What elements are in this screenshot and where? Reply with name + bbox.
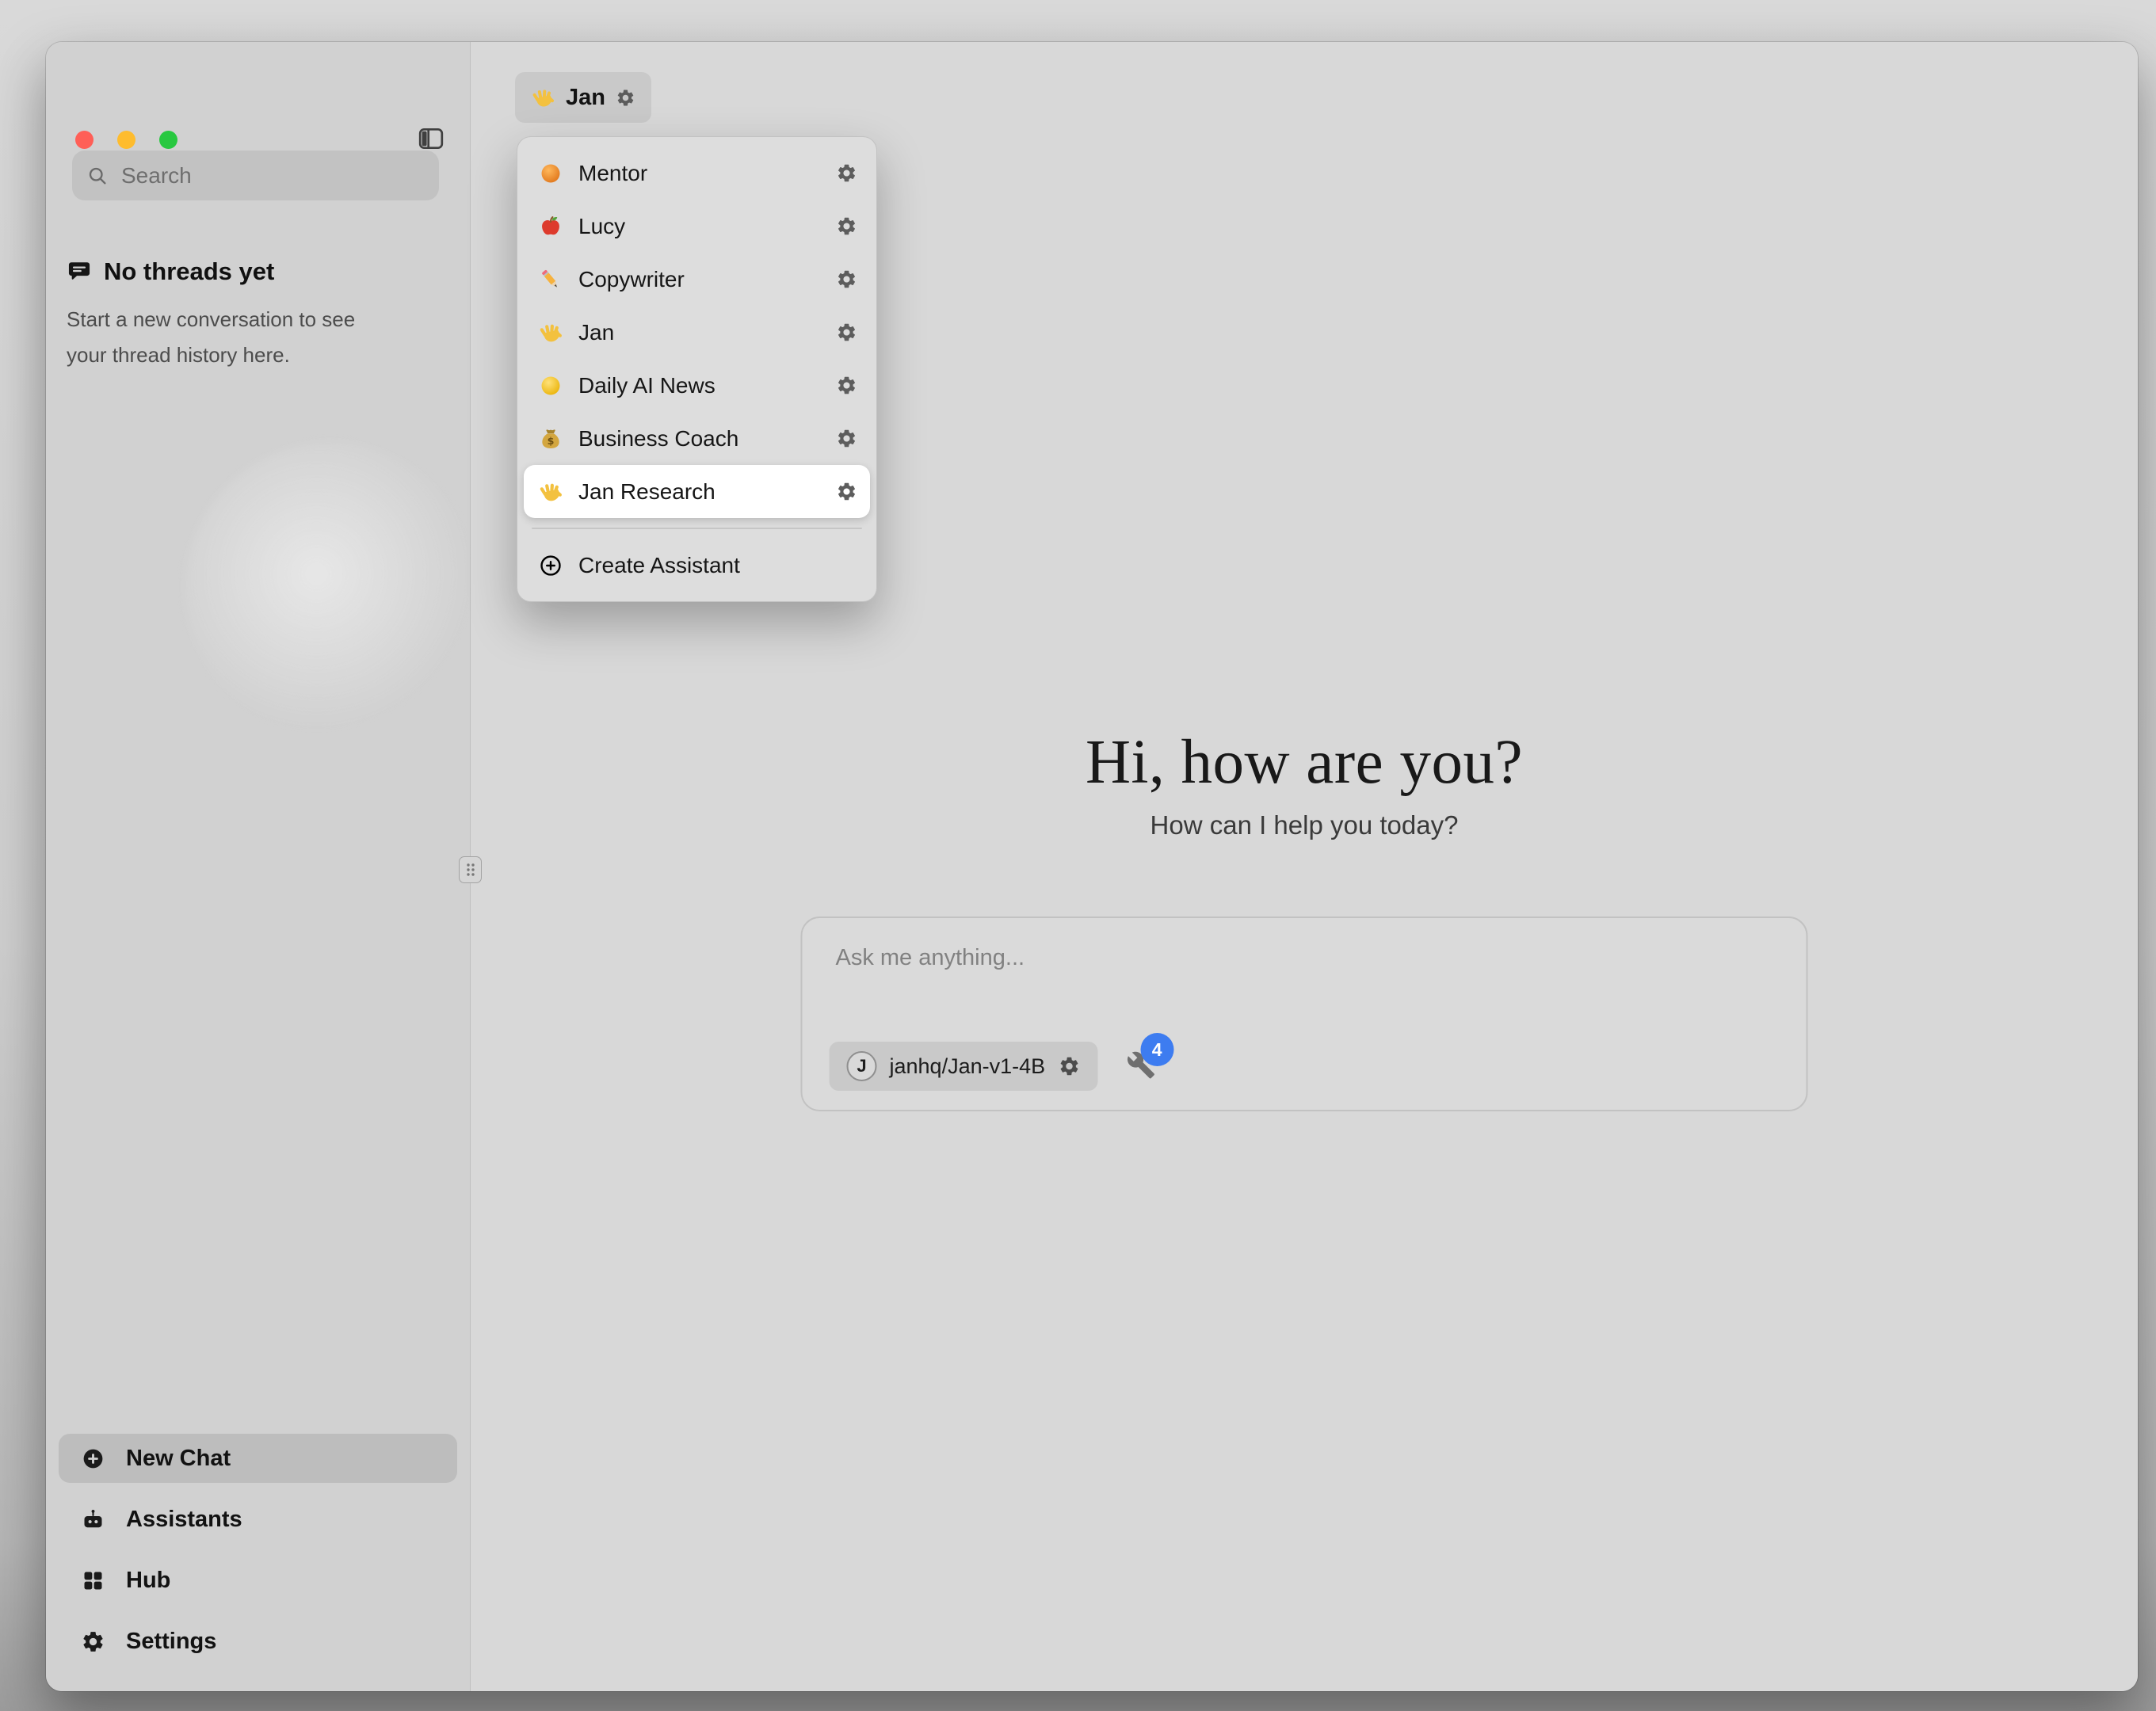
gear-icon[interactable] xyxy=(836,375,857,396)
sidebar-item-hub[interactable]: Hub xyxy=(59,1556,457,1605)
gear-icon[interactable] xyxy=(836,322,857,343)
gear-icon[interactable] xyxy=(836,428,857,449)
search-input[interactable] xyxy=(120,162,425,189)
main-area: Jan Mentor Lucy Copywriter xyxy=(471,42,2138,1691)
model-name: janhq/Jan-v1-4B xyxy=(890,1054,1046,1079)
desktop-background: No threads yet Start a new conversation … xyxy=(0,0,2156,1711)
assistants-robot-icon xyxy=(81,1507,105,1532)
sidebar-item-new-chat[interactable]: New Chat xyxy=(59,1434,457,1483)
threads-empty-state: No threads yet Start a new conversation … xyxy=(67,257,439,373)
assistant-menu-item-jan[interactable]: Jan xyxy=(524,306,870,359)
create-assistant-label: Create Assistant xyxy=(578,553,857,578)
assistant-menu-item-daily-ai-news[interactable]: Daily AI News xyxy=(524,359,870,412)
sidebar-item-label: New Chat xyxy=(126,1446,231,1472)
assistant-menu-label: Daily AI News xyxy=(578,373,836,398)
assistant-menu-item-mentor[interactable]: Mentor xyxy=(524,147,870,200)
window-controls xyxy=(75,131,177,149)
create-assistant-item[interactable]: Create Assistant xyxy=(524,539,870,592)
sidebar-item-assistants[interactable]: Assistants xyxy=(59,1495,457,1544)
plus-circle-icon xyxy=(81,1446,105,1471)
assistant-menu-label: Jan xyxy=(578,320,836,345)
assistant-menu-item-copywriter[interactable]: Copywriter xyxy=(524,253,870,306)
gear-icon[interactable] xyxy=(836,215,857,237)
wave-emoji-icon xyxy=(538,320,563,345)
empty-state-title: No threads yet xyxy=(104,257,274,286)
zoom-button[interactable] xyxy=(159,131,177,149)
gear-icon[interactable] xyxy=(836,269,857,290)
apple-emoji-icon xyxy=(538,214,563,239)
sidebar-nav: New Chat Assistants Hub Settings xyxy=(59,1434,457,1666)
tools-button[interactable]: 4 xyxy=(1126,1050,1158,1082)
model-avatar: J xyxy=(847,1051,877,1081)
greeting-subtitle: How can I help you today? xyxy=(471,810,2138,840)
gear-icon xyxy=(81,1629,105,1654)
grip-dots-icon xyxy=(464,862,477,878)
model-selector[interactable]: J janhq/Jan-v1-4B xyxy=(830,1042,1098,1091)
wave-emoji-icon xyxy=(531,86,555,110)
assistant-menu-label: Jan Research xyxy=(578,479,836,505)
assistant-settings-gear-icon[interactable] xyxy=(616,88,635,108)
gear-icon[interactable] xyxy=(836,162,857,184)
assistant-menu-label: Copywriter xyxy=(578,267,836,292)
hub-blocks-icon xyxy=(81,1568,105,1593)
assistant-dropdown-menu: Mentor Lucy Copywriter Jan xyxy=(517,136,877,602)
model-settings-gear-icon[interactable] xyxy=(1058,1055,1080,1077)
sidebar-item-label: Settings xyxy=(126,1629,216,1655)
sidebar-item-label: Assistants xyxy=(126,1507,242,1533)
wave-emoji-icon xyxy=(538,479,563,505)
assistant-menu-label: Business Coach xyxy=(578,426,836,452)
empty-state-description-line2: your thread history here. xyxy=(67,343,290,367)
orange-ball-emoji-icon xyxy=(538,161,563,186)
sidebar-item-settings[interactable]: Settings xyxy=(59,1617,457,1666)
chat-bubble-icon xyxy=(67,259,92,284)
menu-divider xyxy=(532,528,862,529)
greeting-title: Hi, how are you? xyxy=(471,727,2138,798)
plus-circle-outline-icon xyxy=(538,553,563,578)
tools-count-badge: 4 xyxy=(1140,1033,1173,1066)
sidebar-item-label: Hub xyxy=(126,1568,170,1594)
yellow-ball-emoji-icon xyxy=(538,373,563,398)
assistant-menu-item-lucy[interactable]: Lucy xyxy=(524,200,870,253)
sidebar-panel-icon xyxy=(417,124,445,153)
sidebar: No threads yet Start a new conversation … xyxy=(46,42,471,1691)
current-assistant-name: Jan xyxy=(566,85,605,111)
gear-icon[interactable] xyxy=(836,481,857,502)
assistant-menu-label: Mentor xyxy=(578,161,836,186)
app-window: No threads yet Start a new conversation … xyxy=(46,42,2138,1691)
assistant-menu-label: Lucy xyxy=(578,214,836,239)
assistant-menu-item-business-coach[interactable]: Business Coach xyxy=(524,412,870,465)
empty-state-description-line1: Start a new conversation to see xyxy=(67,307,355,331)
assistant-menu-item-jan-research[interactable]: Jan Research xyxy=(524,465,870,518)
composer-footer: J janhq/Jan-v1-4B 4 xyxy=(830,1042,1158,1091)
sidebar-resize-handle[interactable] xyxy=(459,856,482,883)
search-field[interactable] xyxy=(72,151,439,200)
close-button[interactable] xyxy=(75,131,93,149)
assistant-selector-button[interactable]: Jan xyxy=(515,72,651,123)
message-input[interactable] xyxy=(834,943,1775,1005)
sidebar-blur-artifact xyxy=(185,442,478,735)
chat-composer[interactable]: J janhq/Jan-v1-4B 4 xyxy=(801,916,1808,1111)
minimize-button[interactable] xyxy=(117,131,135,149)
search-icon xyxy=(86,165,109,187)
money-bag-emoji-icon xyxy=(538,426,563,452)
pencil-emoji-icon xyxy=(538,267,563,292)
